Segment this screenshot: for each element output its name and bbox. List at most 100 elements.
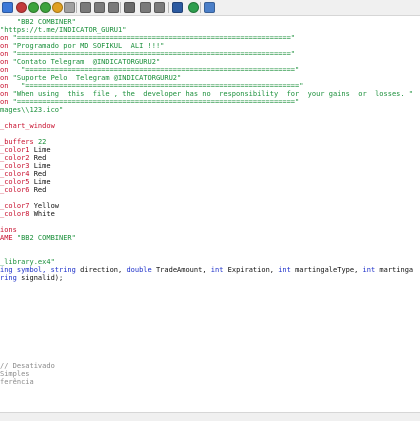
code-line: ing symbol, string direction, double Tra…	[0, 266, 413, 274]
code-token: White	[33, 210, 55, 218]
toolbar-separator	[120, 2, 121, 13]
code-token: "When using this file , the developer ha…	[12, 90, 414, 98]
code-token: _color8	[0, 210, 34, 218]
code-line: ring signalid);	[0, 274, 63, 282]
code-token: Expiration,	[223, 266, 279, 274]
settings-icon[interactable]	[188, 2, 199, 13]
code-token: signalid);	[16, 274, 64, 282]
code-token: Lime	[33, 146, 51, 154]
list-icon[interactable]	[80, 2, 91, 13]
code-token: _chart_window	[0, 122, 55, 130]
code-token: _color1	[0, 146, 34, 154]
toolbar-separator	[76, 2, 77, 13]
arrow-icon[interactable]	[204, 2, 215, 13]
code-token: _color5	[0, 178, 34, 186]
code-line: _color2 Red	[0, 154, 46, 162]
code-token: _color6	[0, 186, 34, 194]
code-token: on	[0, 98, 13, 106]
code-token: Lime	[33, 178, 51, 186]
code-token: Simples	[0, 370, 30, 378]
code-line: on "Contato Telegram @INDICATORGURU2"	[0, 58, 160, 66]
green-circle-icon[interactable]	[28, 2, 39, 13]
code-line: _color1 Lime	[0, 146, 51, 154]
code-line: "https://t.me/INDICATOR_GURU1"	[0, 26, 126, 34]
stop-icon[interactable]	[64, 2, 75, 13]
code-line: Simples	[0, 370, 30, 378]
code-token: Red	[33, 186, 47, 194]
code-token: on	[0, 74, 13, 82]
code-token: on	[0, 66, 13, 74]
pen-icon[interactable]	[172, 2, 183, 13]
code-line: _color5 Lime	[0, 178, 51, 186]
code-token: _buffers	[0, 138, 38, 146]
document-icon[interactable]	[2, 2, 13, 13]
code-editor[interactable]: "BB2 COMBINER" "https://t.me/INDICATOR_GU…	[0, 16, 420, 412]
list-icon[interactable]	[108, 2, 119, 13]
code-token: AME	[0, 234, 17, 242]
code-token: martingaleType,	[290, 266, 363, 274]
code-token: "=======================================…	[12, 34, 296, 42]
code-line: _chart_window	[0, 122, 55, 130]
code-token: _color7	[0, 202, 34, 210]
code-line: on "====================================…	[0, 98, 299, 106]
code-token: on	[0, 34, 13, 42]
code-line: on "====================================…	[0, 34, 295, 42]
code-token: "=======================================…	[12, 50, 296, 58]
code-token: "BB2 COMBINER"	[16, 234, 76, 242]
code-token: Red	[33, 170, 47, 178]
code-line: on "====================================…	[0, 82, 303, 90]
code-line: on "====================================…	[0, 66, 299, 74]
code-token: _color3	[0, 162, 34, 170]
record-icon[interactable]	[52, 2, 63, 13]
code-line: _color3 Lime	[0, 162, 51, 170]
code-line: _color4 Red	[0, 170, 46, 178]
code-token: ferência	[0, 378, 34, 386]
code-line: on "====================================…	[0, 50, 295, 58]
code-line: mages\\123.ico"	[0, 106, 63, 114]
code-line: ions	[0, 226, 17, 234]
code-token: on	[0, 82, 13, 90]
close-circle-icon[interactable]	[16, 2, 27, 13]
code-token: on	[0, 42, 13, 50]
code-line: on "Suporte Pelo Telegram @INDICATORGURU…	[0, 74, 181, 82]
code-token: int	[210, 266, 224, 274]
grid-icon[interactable]	[154, 2, 165, 13]
green-circle-icon[interactable]	[40, 2, 51, 13]
code-token: on	[0, 50, 13, 58]
toolbar-separator	[200, 2, 201, 13]
code-line: // Desativado	[0, 362, 55, 370]
code-token: "https://t.me/INDICATOR_GURU1"	[0, 26, 127, 34]
code-line: _buffers 22	[0, 138, 46, 146]
code-token: _color2	[0, 154, 34, 162]
code-token: TradeAmount,	[151, 266, 211, 274]
list-icon[interactable]	[94, 2, 105, 13]
code-token: 22	[37, 138, 47, 146]
code-token: mages\\123.ico"	[0, 106, 64, 114]
code-line: _color8 White	[0, 210, 55, 218]
copy-icon[interactable]	[124, 2, 135, 13]
code-token: Yellow	[33, 202, 60, 210]
code-token: double	[126, 266, 152, 274]
code-token: on	[0, 58, 13, 66]
code-token: Lime	[33, 162, 51, 170]
code-token: Red	[33, 154, 47, 162]
code-token: int	[278, 266, 291, 274]
code-token: "=======================================…	[12, 98, 300, 106]
code-token: ions	[0, 226, 17, 234]
code-token: "Programado por MD SOFIKUL ALI !!!"	[12, 42, 165, 50]
code-token: "Contato Telegram @INDICATORGURU2"	[12, 58, 161, 66]
code-token: direction,	[75, 266, 127, 274]
code-token: "Suporte Pelo Telegram @INDICATORGURU2"	[12, 74, 182, 82]
editor-toolbar	[0, 0, 420, 16]
code-line: AME "BB2 COMBINER"	[0, 234, 76, 242]
code-token: martinga	[375, 266, 414, 274]
grid-icon[interactable]	[140, 2, 151, 13]
code-line: on "Programado por MD SOFIKUL ALI !!!"	[0, 42, 164, 50]
code-token: string	[50, 266, 76, 274]
code-token: ing symbol,	[0, 266, 51, 274]
code-line: "BB2 COMBINER"	[0, 18, 76, 26]
code-token: // Desativado	[0, 362, 55, 370]
code-token: on	[0, 90, 13, 98]
code-token: ring	[0, 274, 17, 282]
code-token: "=======================================…	[12, 82, 304, 90]
